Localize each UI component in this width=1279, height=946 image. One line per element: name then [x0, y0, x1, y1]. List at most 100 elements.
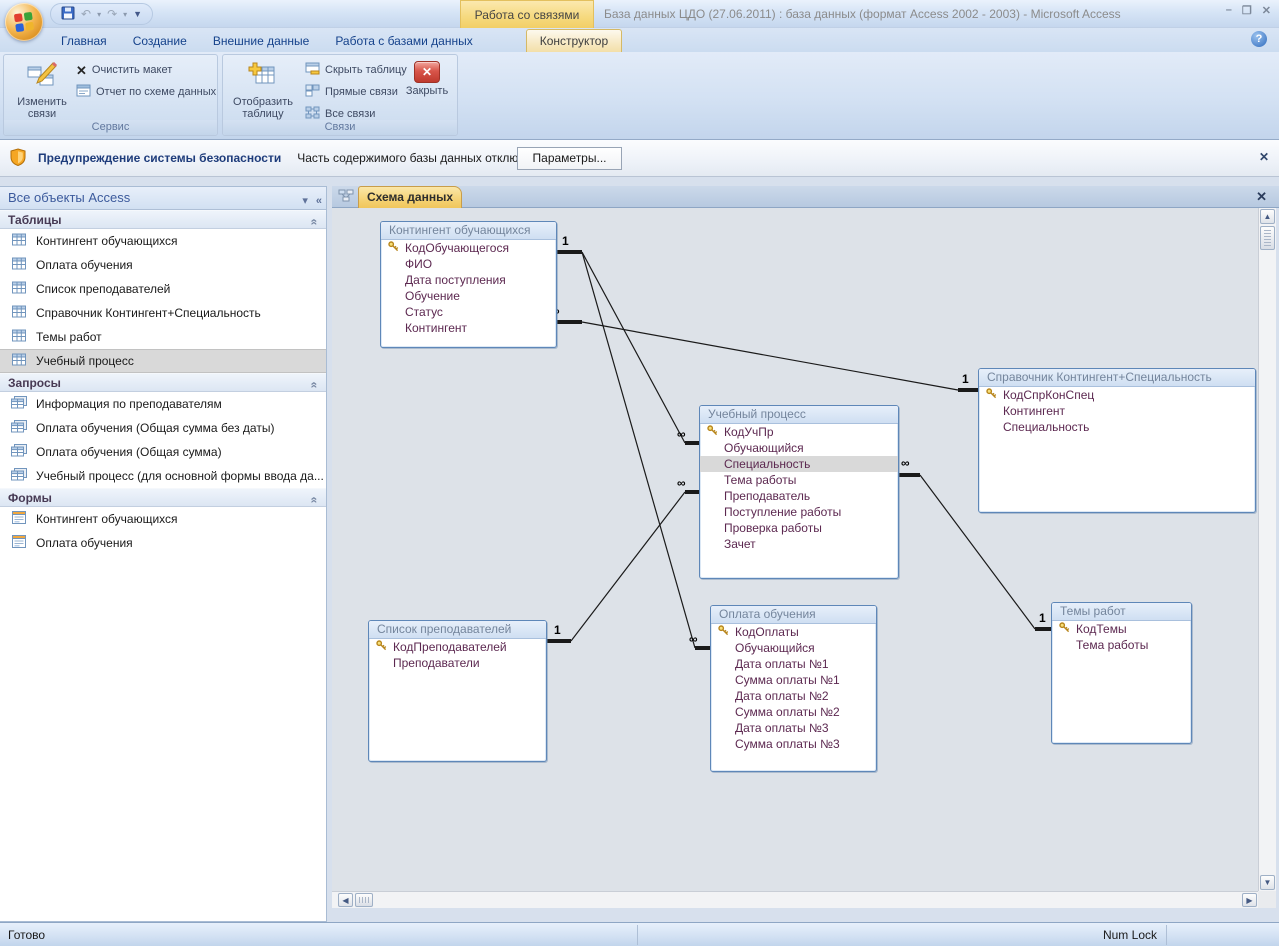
field-row[interactable]: Контингент [381, 320, 556, 336]
field-row[interactable]: Преподаватель [700, 488, 898, 504]
field-row[interactable]: Обучающийся [700, 440, 898, 456]
field-row[interactable]: Преподаватели [369, 655, 546, 671]
nav-item-table[interactable]: Оплата обучения [0, 253, 326, 277]
field-row[interactable]: Дата оплаты №3 [711, 720, 876, 736]
relationship-report-button[interactable]: Отчет по схеме данных [76, 83, 216, 101]
undo-dropdown-icon[interactable]: ▾ [97, 10, 101, 19]
queries-list: Информация по преподавателямОплата обуче… [0, 392, 326, 488]
nav-item-query[interactable]: Информация по преподавателям [0, 392, 326, 416]
section-header-forms[interactable]: Формы « [0, 488, 326, 507]
field-row[interactable]: Контингент [979, 403, 1255, 419]
field-row[interactable]: КодОбучающегося [381, 240, 556, 256]
nav-item-table[interactable]: Учебный процесс [0, 349, 326, 373]
security-bar-close-icon[interactable]: ✕ [1259, 150, 1269, 164]
field-row[interactable]: КодСпрКонСпец [979, 387, 1255, 403]
entity-title[interactable]: Оплата обучения [711, 606, 876, 624]
nav-item-query[interactable]: Оплата обучения (Общая сумма без даты) [0, 416, 326, 440]
field-row[interactable]: Зачет [700, 536, 898, 552]
field-row[interactable]: КодПреподавателей [369, 639, 546, 655]
tab-glavnaya[interactable]: Главная [48, 30, 120, 52]
section-header-queries[interactable]: Запросы « [0, 373, 326, 392]
restore-button[interactable]: ❐ [1242, 4, 1252, 17]
office-button[interactable] [5, 3, 43, 41]
tab-schema-dannyh[interactable]: Схема данных [358, 186, 462, 208]
field-row[interactable]: Специальность [700, 456, 898, 472]
field-row[interactable]: Дата поступления [381, 272, 556, 288]
nav-item-table[interactable]: Контингент обучающихся [0, 229, 326, 253]
field-row[interactable]: КодТемы [1052, 621, 1191, 637]
nav-item-query[interactable]: Учебный процесс (для основной формы ввод… [0, 464, 326, 488]
help-icon[interactable]: ? [1251, 31, 1267, 47]
entity-spravochnik[interactable]: Справочник Контингент+Специальность КодС… [978, 368, 1256, 513]
scroll-down-icon[interactable]: ▼ [1260, 875, 1275, 890]
direct-relationships-button[interactable]: Прямые связи [305, 83, 398, 101]
nav-item-table[interactable]: Список преподавателей [0, 277, 326, 301]
field-row[interactable]: Тема работы [1052, 637, 1191, 653]
tab-rabota-s-bazami[interactable]: Работа с базами данных [322, 30, 485, 52]
field-row[interactable]: Сумма оплаты №3 [711, 736, 876, 752]
redo-icon[interactable]: ↷ [107, 8, 117, 20]
entity-spisok-prepodavateley[interactable]: Список преподавателей КодПреподавателейП… [368, 620, 547, 762]
section-header-tables[interactable]: Таблицы « [0, 210, 326, 229]
field-row[interactable]: Специальность [979, 419, 1255, 435]
relationship-line[interactable] [582, 252, 695, 648]
field-row[interactable]: Статус [381, 304, 556, 320]
nav-item-form[interactable]: Оплата обучения [0, 531, 326, 555]
field-row[interactable]: Тема работы [700, 472, 898, 488]
scroll-right-icon[interactable]: ▶ [1242, 893, 1257, 907]
relationships-canvas[interactable]: 1 ∞ ∞ 1 ∞ 1 ∞ 1 ∞ Контингент обучающихся… [332, 208, 1258, 905]
tab-sozdanie[interactable]: Создание [120, 30, 200, 52]
entity-title[interactable]: Список преподавателей [369, 621, 546, 639]
redo-dropdown-icon[interactable]: ▾ [123, 10, 127, 19]
scroll-left-icon[interactable]: ◀ [338, 893, 353, 907]
field-row[interactable]: КодУчПр [700, 424, 898, 440]
field-row[interactable]: Дата оплаты №1 [711, 656, 876, 672]
customize-toolbar-icon[interactable]: ▼ [133, 10, 142, 19]
shutter-collapse-icon[interactable]: « [316, 190, 322, 212]
navigation-pane-header[interactable]: Все объекты Access ▾ « [0, 187, 326, 210]
entity-kontingent-obuchayushchihsya[interactable]: Контингент обучающихся КодОбучающегосяФИ… [380, 221, 557, 348]
navigation-pane: Все объекты Access ▾ « Таблицы « Континг… [0, 186, 327, 922]
nav-item-table[interactable]: Справочник Контингент+Специальность [0, 301, 326, 325]
entity-oplata-obucheniya[interactable]: Оплата обучения КодОплатыОбучающийсяДата… [710, 605, 877, 772]
scroll-up-icon[interactable]: ▲ [1260, 209, 1275, 224]
close-relationships-button[interactable]: ✕ Закрыть [401, 58, 453, 122]
entity-title[interactable]: Темы работ [1052, 603, 1191, 621]
field-row[interactable]: Дата оплаты №2 [711, 688, 876, 704]
field-row[interactable]: Сумма оплаты №2 [711, 704, 876, 720]
horizontal-scroll-thumb[interactable] [355, 893, 373, 907]
tab-konstruktor[interactable]: Конструктор [526, 29, 622, 52]
field-row[interactable]: КодОплаты [711, 624, 876, 640]
nav-item-query[interactable]: Оплата обучения (Общая сумма) [0, 440, 326, 464]
undo-icon[interactable]: ↶ [81, 8, 91, 20]
field-row[interactable]: Проверка работы [700, 520, 898, 536]
edit-relationships-button[interactable]: Изменить связи [10, 58, 74, 122]
field-row[interactable]: Сумма оплаты №1 [711, 672, 876, 688]
relationship-line[interactable] [582, 252, 685, 443]
document-close-icon[interactable]: ✕ [1256, 189, 1267, 205]
relationship-line[interactable] [571, 492, 685, 641]
vertical-scrollbar[interactable]: ▲ ▼ [1258, 208, 1276, 891]
field-row[interactable]: Обучающийся [711, 640, 876, 656]
field-row[interactable]: ФИО [381, 256, 556, 272]
options-button[interactable]: Параметры... [517, 147, 622, 170]
entity-temy-rabot[interactable]: Темы работ КодТемыТема работы [1051, 602, 1192, 744]
nav-item-form[interactable]: Контингент обучающихся [0, 507, 326, 531]
save-icon[interactable] [61, 6, 75, 22]
vertical-scroll-thumb[interactable] [1260, 226, 1275, 250]
entity-uchebnyy-process[interactable]: Учебный процесс КодУчПрОбучающийсяСпециа… [699, 405, 899, 579]
close-button[interactable]: ✕ [1262, 4, 1271, 17]
field-row[interactable]: Поступление работы [700, 504, 898, 520]
clear-layout-button[interactable]: ✕ Очистить макет [76, 61, 172, 79]
tab-vneshnie-dannye[interactable]: Внешние данные [200, 30, 323, 52]
field-row[interactable]: Обучение [381, 288, 556, 304]
hide-table-button[interactable]: Скрыть таблицу [305, 61, 407, 79]
entity-title[interactable]: Контингент обучающихся [381, 222, 556, 240]
minimize-button[interactable]: – [1226, 4, 1232, 17]
show-table-button[interactable]: Отобразить таблицу [231, 58, 295, 122]
entity-title[interactable]: Справочник Контингент+Специальность [979, 369, 1255, 387]
nav-item-table[interactable]: Темы работ [0, 325, 326, 349]
horizontal-scrollbar[interactable]: ◀ ▶ [332, 891, 1258, 908]
nav-dropdown-icon[interactable]: ▾ [302, 190, 308, 212]
entity-title[interactable]: Учебный процесс [700, 406, 898, 424]
